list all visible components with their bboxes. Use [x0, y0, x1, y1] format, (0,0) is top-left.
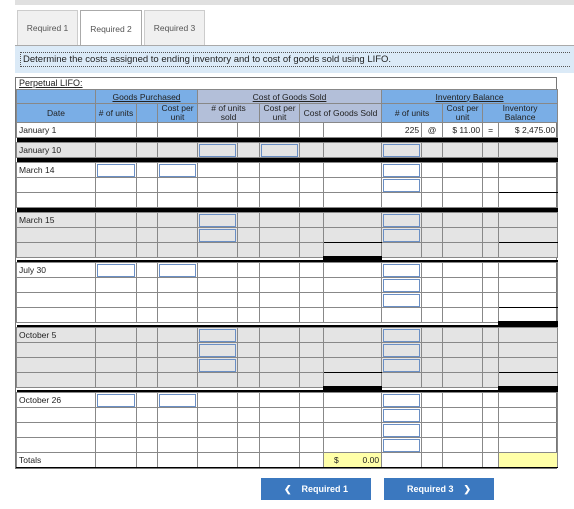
- header-gp-cost: Cost per unit: [156, 103, 199, 123]
- lifo-table-container: Perpetual LIFO: Goods Purchased Cost of …: [15, 77, 559, 469]
- header-blank: [16, 89, 96, 104]
- table-row: October 5: [16, 327, 559, 343]
- table-row: [16, 437, 559, 453]
- header-inv-cost: Cost per unit: [442, 103, 484, 123]
- sold-input[interactable]: [199, 213, 237, 227]
- table-row: [16, 342, 559, 358]
- table-row: October 26: [16, 392, 559, 408]
- table-row: [16, 192, 559, 208]
- header-gp-blank: [136, 103, 158, 123]
- date-cell: March 15: [16, 212, 96, 228]
- table-row: [16, 372, 559, 390]
- inv-input[interactable]: [383, 143, 421, 157]
- gpu-input[interactable]: [97, 163, 135, 177]
- inv-cost-value: $ 11.00: [442, 122, 484, 138]
- table-row: [16, 177, 559, 193]
- total-cogs: $0.00: [323, 452, 383, 468]
- date-cell: July 30: [16, 262, 96, 278]
- inv-units-value: 225: [381, 122, 423, 138]
- table-row: March 15: [16, 212, 559, 228]
- inv-input[interactable]: [383, 358, 421, 372]
- header-inv-balance: Inventory Balance: [482, 103, 559, 123]
- table-row: [16, 242, 559, 260]
- sold-input[interactable]: [199, 358, 237, 372]
- gpu-input[interactable]: [97, 393, 135, 407]
- sold-input[interactable]: [199, 143, 237, 157]
- table-row: [16, 277, 559, 293]
- inv-input[interactable]: [383, 438, 421, 452]
- chevron-left-icon: ❮: [283, 483, 292, 494]
- inv-balance-value: $ 2,475.00: [498, 122, 559, 138]
- at-symbol: @: [421, 122, 444, 138]
- date-cell: October 26: [16, 392, 96, 408]
- inv-input[interactable]: [383, 408, 421, 422]
- inv-input[interactable]: [383, 343, 421, 357]
- inv-input[interactable]: [383, 423, 421, 437]
- table-row: [16, 307, 559, 325]
- header-inv-units: # of units: [381, 103, 444, 123]
- sold-input[interactable]: [199, 343, 237, 357]
- tab-required-2[interactable]: Required 2: [80, 10, 142, 46]
- chevron-right-icon: ❯: [463, 483, 472, 494]
- instruction-text: Determine the costs assigned to ending i…: [20, 52, 570, 67]
- prev-required-1-button[interactable]: ❮ Required 1: [261, 478, 371, 500]
- inv-input[interactable]: [383, 393, 421, 407]
- inv-input[interactable]: [383, 213, 421, 227]
- header-goods-purchased: Goods Purchased: [94, 89, 199, 104]
- inv-input[interactable]: [383, 263, 421, 277]
- tab-required-1[interactable]: Required 1: [17, 10, 78, 45]
- header-gp-units: # of units: [95, 103, 137, 123]
- header-cogs-total: Cost of Goods Sold: [299, 103, 383, 123]
- equals-symbol: =: [482, 122, 500, 138]
- date-cell: October 5: [16, 327, 96, 343]
- sold-input[interactable]: [199, 228, 237, 242]
- top-bar: [15, 0, 574, 5]
- inv-input[interactable]: [383, 178, 421, 192]
- gpc-input[interactable]: [159, 163, 197, 177]
- inv-input[interactable]: [383, 163, 421, 177]
- table-row: March 14: [16, 162, 559, 178]
- table-row: [16, 227, 559, 243]
- header-cogs-units: # of units sold: [197, 103, 261, 123]
- tab-bar: Required 1 Required 2 Required 3: [17, 10, 205, 46]
- cpu-input[interactable]: [261, 143, 299, 157]
- total-inventory-balance: [498, 452, 559, 468]
- table-row: [16, 292, 559, 308]
- gpc-input[interactable]: [159, 263, 197, 277]
- date-cell: January 1: [16, 122, 96, 138]
- totals-row: Totals $0.00: [16, 452, 559, 468]
- inv-input[interactable]: [383, 228, 421, 242]
- table-row-january-1: January 1 225 @ $ 11.00 = $ 2,475.00: [16, 122, 559, 138]
- next-required-3-button[interactable]: Required 3 ❯: [384, 478, 494, 500]
- date-cell: March 14: [16, 162, 96, 178]
- table-row: January 10: [16, 142, 559, 158]
- gpc-input[interactable]: [159, 393, 197, 407]
- totals-label: Totals: [16, 452, 96, 468]
- instruction-band: Determine the costs assigned to ending i…: [15, 45, 574, 73]
- header-inventory-balance: Inventory Balance: [381, 89, 559, 104]
- date-cell: January 10: [16, 142, 96, 158]
- table-title: Perpetual LIFO:: [19, 78, 83, 88]
- table-row: July 30: [16, 262, 559, 278]
- inv-input[interactable]: [383, 293, 421, 307]
- tab-required-3[interactable]: Required 3: [144, 10, 205, 45]
- table-row: [16, 422, 559, 438]
- header-cogs-cost: Cost per unit: [259, 103, 301, 123]
- inv-input[interactable]: [383, 278, 421, 292]
- sold-input[interactable]: [199, 328, 237, 342]
- inv-input[interactable]: [383, 328, 421, 342]
- gpu-input[interactable]: [97, 263, 135, 277]
- table-row: [16, 357, 559, 373]
- table-row: [16, 407, 559, 423]
- perpetual-lifo-table: Goods Purchased Cost of Goods Sold Inven…: [16, 89, 559, 468]
- header-date: Date: [16, 103, 96, 123]
- header-cost-of-goods-sold: Cost of Goods Sold: [197, 89, 383, 104]
